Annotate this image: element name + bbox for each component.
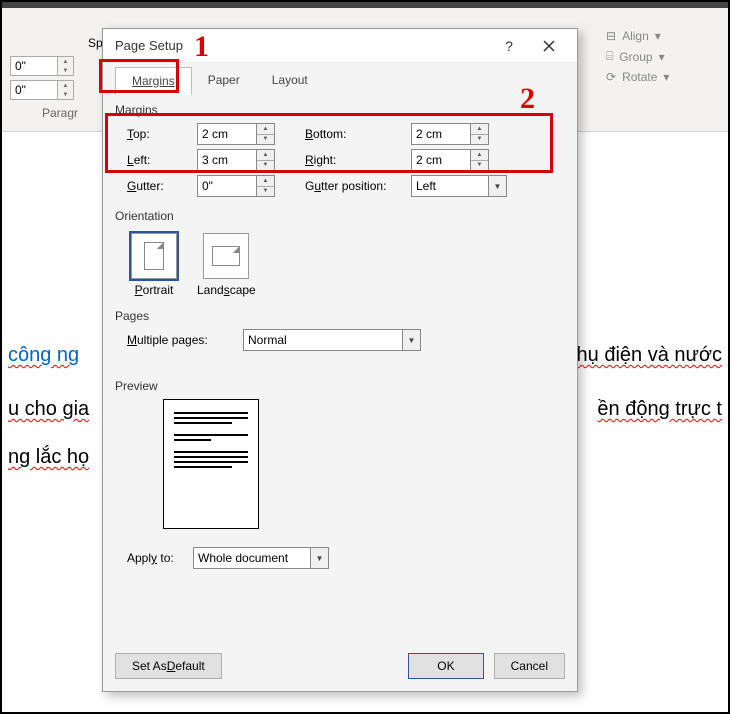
gutter-position-dropdown[interactable]: Left ▼ (411, 175, 507, 197)
bottom-label: Bottom: (305, 127, 405, 141)
preview-section-label: Preview (115, 379, 565, 393)
orientation-section-label: Orientation (115, 209, 565, 223)
tab-paper[interactable]: Paper (192, 67, 256, 95)
ok-button[interactable]: OK (408, 653, 483, 679)
group-icon: ⌸ (606, 49, 613, 64)
bottom-margin-spinner[interactable]: ▲▼ (471, 123, 489, 145)
help-button[interactable]: ? (489, 30, 529, 62)
preview-image (163, 399, 259, 529)
apply-to-dropdown[interactable]: Whole document ▼ (193, 547, 329, 569)
rotate-button[interactable]: ⟳ Rotate ▾ (600, 67, 720, 87)
margins-row-2: Left: ▲▼ Right: ▲▼ (127, 149, 565, 171)
orientation-group: Portrait Landscape (127, 229, 565, 301)
bottom-margin-input[interactable] (411, 123, 471, 145)
spacing-before-spinner[interactable]: ▲▼ (58, 56, 74, 76)
paragraph-group-label: Paragr (42, 106, 78, 120)
apply-to-row: Apply to: Whole document ▼ (127, 547, 565, 569)
gutter-field[interactable]: ▲▼ (197, 175, 275, 197)
right-margin-spinner[interactable]: ▲▼ (471, 149, 489, 171)
chevron-down-icon: ▾ (659, 50, 665, 64)
pages-row: Multiple pages: Normal ▼ (127, 329, 565, 351)
tab-layout[interactable]: Layout (256, 67, 324, 95)
landscape-label: Landscape (197, 283, 256, 297)
gutter-position-value: Left (411, 175, 489, 197)
top-margin-input[interactable] (197, 123, 257, 145)
pages-section-label: Pages (115, 309, 565, 323)
doc-text-2b: ền động trực t (597, 398, 722, 421)
gutter-row: Gutter: ▲▼ Gutter position: Left ▼ (127, 175, 565, 197)
close-button[interactable] (529, 30, 569, 62)
group-label: Group (619, 50, 652, 64)
group-button[interactable]: ⌸ Group ▾ (600, 46, 720, 67)
left-label: Left: (127, 153, 191, 167)
set-as-default-button[interactable]: Set As Default (115, 653, 222, 679)
gutter-label: Gutter: (127, 179, 191, 193)
landscape-icon (203, 233, 249, 279)
apply-to-label: Apply to: (127, 551, 187, 565)
ribbon-top-border (2, 2, 728, 8)
chevron-down-icon: ▾ (663, 70, 669, 84)
dialog-titlebar: Page Setup ? (103, 29, 577, 63)
paragraph-spacing-group: ▲▼ ▲▼ Paragr (2, 32, 92, 122)
chevron-down-icon: ▾ (655, 29, 661, 43)
portrait-label: Portrait (135, 283, 174, 297)
top-margin-field[interactable]: ▲▼ (197, 123, 275, 145)
spacing-after-input[interactable] (10, 80, 58, 100)
tab-margins[interactable]: Margins (115, 67, 192, 95)
multiple-pages-label: Multiple pages: (127, 333, 237, 347)
right-margin-field[interactable]: ▲▼ (411, 149, 489, 171)
right-margin-input[interactable] (411, 149, 471, 171)
align-label: Align (622, 29, 649, 43)
close-icon (543, 40, 555, 52)
orientation-portrait[interactable]: Portrait (127, 229, 181, 301)
gutter-position-label: Gutter position: (305, 179, 405, 193)
spacing-after-spinner[interactable]: ▲▼ (58, 80, 74, 100)
margins-section-label: Margins (115, 103, 565, 117)
doc-text-1b: hụ điện và nước (577, 344, 722, 367)
multiple-pages-value: Normal (243, 329, 403, 351)
chevron-down-icon[interactable]: ▼ (489, 175, 507, 197)
multiple-pages-dropdown[interactable]: Normal ▼ (243, 329, 423, 351)
chevron-down-icon[interactable]: ▼ (403, 329, 421, 351)
dialog-button-row: Set As Default OK Cancel (115, 653, 565, 679)
right-label: Right: (305, 153, 405, 167)
doc-text-1a: công ng (8, 344, 79, 367)
portrait-icon (131, 233, 177, 279)
align-icon: ⊟ (606, 29, 616, 43)
orientation-landscape[interactable]: Landscape (193, 229, 260, 301)
spacing-before-field[interactable]: ▲▼ (10, 56, 84, 76)
doc-text-2a: u cho gia (8, 398, 89, 421)
left-margin-field[interactable]: ▲▼ (197, 149, 275, 171)
align-button[interactable]: ⊟ Align ▾ (600, 26, 720, 46)
arrange-group: ⊟ Align ▾ ⌸ Group ▾ ⟳ Rotate ▾ (600, 26, 720, 87)
top-label: Top: (127, 127, 191, 141)
cancel-button[interactable]: Cancel (494, 653, 565, 679)
bottom-margin-field[interactable]: ▲▼ (411, 123, 489, 145)
page-setup-dialog: Page Setup ? Margins Paper Layout Margin… (102, 28, 578, 692)
gutter-input[interactable] (197, 175, 257, 197)
apply-to-value: Whole document (193, 547, 311, 569)
margins-row-1: Top: ▲▼ Bottom: ▲▼ (127, 123, 565, 145)
doc-text-3: ng lắc họ (8, 446, 89, 469)
top-margin-spinner[interactable]: ▲▼ (257, 123, 275, 145)
left-margin-spinner[interactable]: ▲▼ (257, 149, 275, 171)
left-margin-input[interactable] (197, 149, 257, 171)
chevron-down-icon[interactable]: ▼ (311, 547, 329, 569)
rotate-label: Rotate (622, 70, 657, 84)
dialog-body: Margins Paper Layout Margins Top: ▲▼ Bot… (103, 63, 577, 691)
dialog-title: Page Setup (115, 38, 489, 53)
spacing-before-input[interactable] (10, 56, 58, 76)
gutter-spinner[interactable]: ▲▼ (257, 175, 275, 197)
rotate-icon: ⟳ (606, 70, 616, 84)
spacing-after-field[interactable]: ▲▼ (10, 80, 84, 100)
tab-strip: Margins Paper Layout (115, 67, 565, 95)
